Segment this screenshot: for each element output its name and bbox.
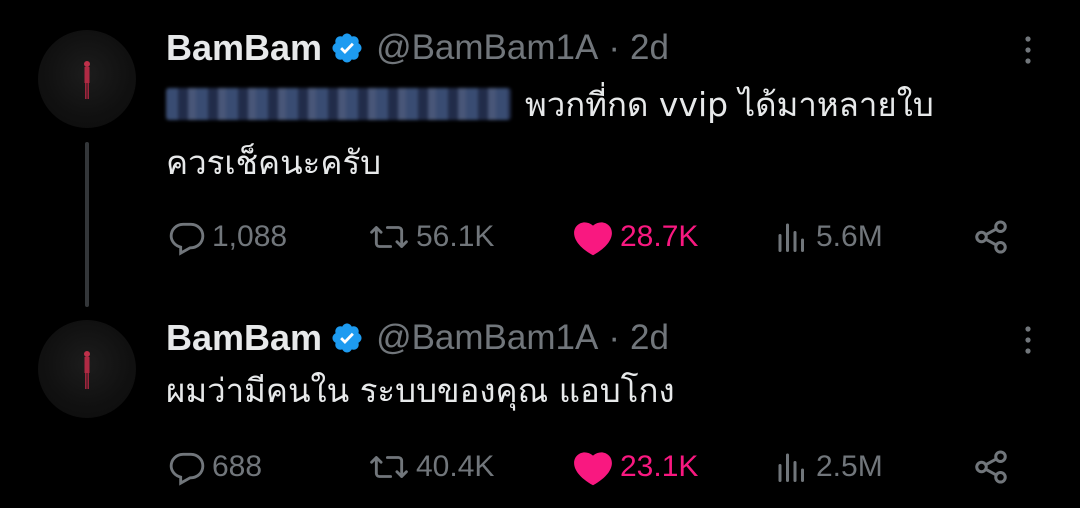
tweet-text-line: ควรเช็คนะครับ: [166, 143, 382, 182]
tweet-text-line: ผมว่ามีคนใน ระบบของคุณ แอบโกง: [166, 371, 675, 410]
tweet-text: พวกที่กด vvip ได้มาหลายใบ ควรเช็คนะครับ: [166, 76, 1046, 192]
separator-dot: ·: [608, 318, 620, 357]
retweet-button[interactable]: 40.4K: [368, 442, 494, 492]
blurred-mention: [166, 88, 511, 120]
avatar[interactable]: [38, 30, 136, 128]
like-button[interactable]: 23.1K: [572, 442, 698, 492]
verified-badge-icon: [332, 323, 362, 353]
share-icon: [975, 220, 1007, 254]
avatar-figure-icon: [84, 351, 90, 389]
retweet-icon: [370, 226, 408, 248]
views-icon: [778, 453, 804, 482]
share-button[interactable]: [972, 442, 1010, 492]
views-icon: [778, 223, 804, 252]
reply-count: 1,088: [212, 220, 288, 253]
reply-button[interactable]: 688: [168, 442, 262, 492]
display-name[interactable]: BamBam: [166, 317, 322, 359]
handle[interactable]: @BamBam1A: [376, 318, 598, 358]
heart-icon: [574, 222, 612, 256]
retweet-count: 40.4K: [416, 450, 495, 483]
action-bar: 688 40.4K 23.1K 2.5M: [168, 442, 1018, 492]
share-icon: [975, 450, 1007, 484]
share-button[interactable]: [972, 212, 1010, 262]
retweet-count: 56.1K: [416, 220, 495, 253]
reply-count: 688: [212, 450, 263, 483]
more-vertical-icon[interactable]: [1010, 32, 1046, 68]
tweet[interactable]: BamBam @BamBam1A · 2d ผมว่ามีคนใน ระบบขอ…: [0, 290, 1080, 508]
timestamp[interactable]: 2d: [630, 28, 669, 68]
tweet[interactable]: BamBam @BamBam1A · 2d พวกที่กด vvip ได้ม…: [0, 0, 1080, 307]
handle[interactable]: @BamBam1A: [376, 28, 598, 68]
like-count: 28.7K: [620, 220, 699, 253]
verified-badge-icon: [332, 33, 362, 63]
timestamp[interactable]: 2d: [630, 318, 669, 358]
separator-dot: ·: [608, 28, 620, 67]
retweet-icon: [370, 456, 408, 478]
tweet-text-line: พวกที่กด vvip ได้มาหลายใบ: [166, 76, 1046, 134]
heart-icon: [574, 452, 612, 486]
action-bar: 1,088 56.1K 28.7K 5.6M: [168, 212, 1018, 262]
like-button[interactable]: 28.7K: [572, 212, 698, 262]
avatar-figure-icon: [84, 61, 90, 99]
reply-icon: [169, 452, 205, 486]
views-button[interactable]: 5.6M: [774, 212, 883, 262]
tweet-header: BamBam @BamBam1A · 2d: [166, 316, 669, 360]
tweet-header: BamBam @BamBam1A · 2d: [166, 26, 669, 70]
tweet-text: ผมว่ามีคนใน ระบบของคุณ แอบโกง: [166, 362, 1046, 420]
like-count: 23.1K: [620, 450, 699, 483]
tweet-text-content: พวกที่กด vvip ได้มาหลายใบ: [525, 85, 934, 124]
reply-icon: [169, 222, 205, 256]
thread-line: [85, 142, 89, 307]
views-count: 2.5M: [816, 450, 883, 483]
more-vertical-icon[interactable]: [1010, 322, 1046, 358]
avatar[interactable]: [38, 320, 136, 418]
retweet-button[interactable]: 56.1K: [368, 212, 494, 262]
display-name[interactable]: BamBam: [166, 27, 322, 69]
views-button[interactable]: 2.5M: [774, 442, 883, 492]
views-count: 5.6M: [816, 220, 883, 253]
reply-button[interactable]: 1,088: [168, 212, 287, 262]
